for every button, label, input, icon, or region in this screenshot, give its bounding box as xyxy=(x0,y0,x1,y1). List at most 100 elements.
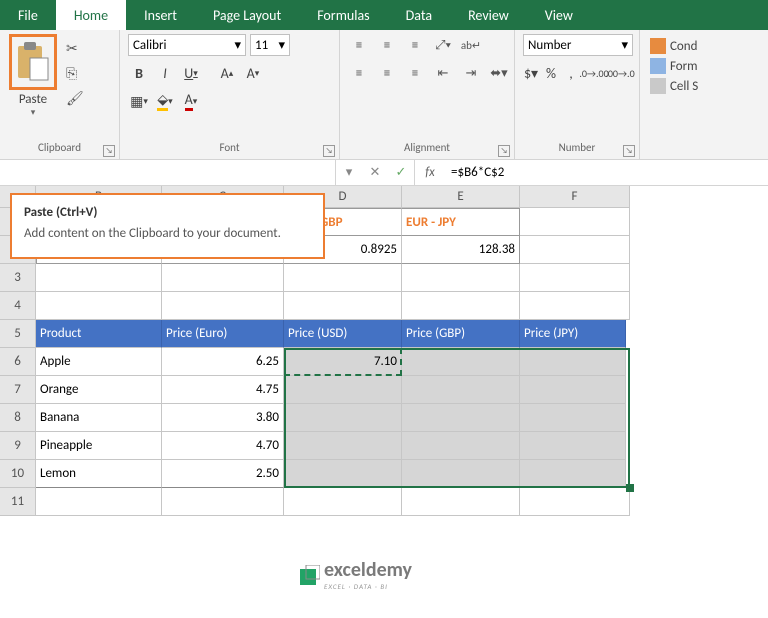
cell[interactable] xyxy=(36,264,162,292)
dialog-launcher-icon[interactable]: ↘ xyxy=(323,145,335,157)
tab-review[interactable]: Review xyxy=(450,0,527,30)
tab-formulas[interactable]: Formulas xyxy=(299,0,387,30)
orientation-button[interactable]: ⤢▾ xyxy=(432,34,454,56)
fill-color-button[interactable]: ⬙▾ xyxy=(154,90,176,112)
align-middle-button[interactable]: ≡ xyxy=(376,34,398,56)
align-bottom-button[interactable]: ≡ xyxy=(404,34,426,56)
cancel-icon[interactable]: ✕ xyxy=(362,165,388,180)
cell-styles-button[interactable]: Cell S xyxy=(650,78,758,94)
cut-icon[interactable]: ✂ xyxy=(66,40,84,57)
dialog-launcher-icon[interactable]: ↘ xyxy=(103,145,115,157)
cell[interactable] xyxy=(162,292,284,320)
cell[interactable] xyxy=(402,432,520,460)
align-center-button[interactable]: ≡ xyxy=(376,62,398,84)
cell[interactable] xyxy=(520,404,626,432)
underline-button[interactable]: U▾ xyxy=(180,62,202,84)
decrease-indent-button[interactable]: ⇤ xyxy=(432,62,454,84)
cell[interactable] xyxy=(402,460,520,488)
cell[interactable] xyxy=(402,404,520,432)
conditional-formatting-button[interactable]: Cond xyxy=(650,38,758,54)
enter-icon[interactable]: ✓ xyxy=(388,165,414,180)
borders-button[interactable]: ▦▾ xyxy=(128,90,150,112)
fx-icon[interactable]: fx xyxy=(415,160,445,185)
dialog-launcher-icon[interactable]: ↘ xyxy=(623,145,635,157)
row-header[interactable]: 6 xyxy=(0,348,36,376)
cell[interactable] xyxy=(284,404,402,432)
cell[interactable]: 2.50 xyxy=(162,460,284,488)
fill-handle[interactable] xyxy=(626,484,634,492)
cell[interactable] xyxy=(520,460,626,488)
col-header[interactable]: E xyxy=(402,186,520,208)
tab-view[interactable]: View xyxy=(527,0,591,30)
chevron-down-icon[interactable]: ▾ xyxy=(31,107,36,118)
row-header[interactable]: 10 xyxy=(0,460,36,488)
cell[interactable]: Apple xyxy=(36,348,162,376)
increase-decimal-button[interactable]: .0→.00 xyxy=(583,62,605,84)
cell[interactable] xyxy=(162,264,284,292)
cell[interactable] xyxy=(284,264,402,292)
tab-file[interactable]: File xyxy=(0,0,56,30)
cell[interactable]: Price (USD) xyxy=(284,320,402,348)
cell[interactable] xyxy=(36,488,162,516)
cell[interactable]: 6.25 xyxy=(162,348,284,376)
font-name-combo[interactable]: Calibri▾ xyxy=(128,34,246,56)
decrease-decimal-button[interactable]: .00→.0 xyxy=(609,62,631,84)
accounting-button[interactable]: $▾ xyxy=(523,62,539,84)
shrink-font-button[interactable]: A▾ xyxy=(242,62,264,84)
cell[interactable]: 4.75 xyxy=(162,376,284,404)
cell-active[interactable]: 7.10 xyxy=(284,348,402,376)
cell[interactable] xyxy=(284,460,402,488)
align-right-button[interactable]: ≡ xyxy=(404,62,426,84)
cell[interactable] xyxy=(520,432,626,460)
font-size-combo[interactable]: 11▾ xyxy=(250,34,290,56)
cell[interactable] xyxy=(520,208,630,236)
paste-button[interactable] xyxy=(9,34,57,90)
cell[interactable] xyxy=(402,376,520,404)
namebox-dropdown-icon[interactable]: ▾ xyxy=(336,165,362,180)
increase-indent-button[interactable]: ⇥ xyxy=(460,62,482,84)
cell[interactable]: Price (JPY) xyxy=(520,320,626,348)
cell[interactable] xyxy=(520,292,630,320)
tab-insert[interactable]: Insert xyxy=(126,0,195,30)
row-header[interactable]: 8 xyxy=(0,404,36,432)
row-header[interactable]: 3 xyxy=(0,264,36,292)
format-painter-icon[interactable]: 🖌 xyxy=(66,90,84,107)
cell[interactable]: Pineapple xyxy=(36,432,162,460)
tab-page-layout[interactable]: Page Layout xyxy=(195,0,299,30)
number-format-combo[interactable]: Number▾ xyxy=(523,34,633,56)
percent-button[interactable]: % xyxy=(543,62,559,84)
cell[interactable] xyxy=(402,264,520,292)
cell[interactable] xyxy=(284,376,402,404)
row-header[interactable]: 11 xyxy=(0,488,36,516)
cell[interactable] xyxy=(402,292,520,320)
bold-button[interactable]: B xyxy=(128,62,150,84)
row-header[interactable]: 5 xyxy=(0,320,36,348)
cell[interactable]: Price (Euro) xyxy=(162,320,284,348)
cell[interactable]: Lemon xyxy=(36,460,162,488)
cell[interactable]: EUR - JPY xyxy=(402,208,520,236)
cell[interactable] xyxy=(36,292,162,320)
cell[interactable] xyxy=(520,376,626,404)
font-color-button[interactable]: A▾ xyxy=(180,90,202,112)
cell[interactable] xyxy=(402,348,520,376)
cell[interactable] xyxy=(402,488,520,516)
cell[interactable] xyxy=(520,348,626,376)
format-table-button[interactable]: Form xyxy=(650,58,758,74)
cell[interactable]: 128.38 xyxy=(402,236,520,264)
cell[interactable]: Orange xyxy=(36,376,162,404)
italic-button[interactable]: I xyxy=(154,62,176,84)
cell[interactable] xyxy=(284,432,402,460)
cell[interactable] xyxy=(520,236,630,264)
merge-button[interactable]: ⬌▾ xyxy=(488,62,510,84)
dialog-launcher-icon[interactable]: ↘ xyxy=(498,145,510,157)
cell[interactable] xyxy=(520,488,630,516)
wrap-text-button[interactable]: ab↵ xyxy=(460,34,482,56)
cell[interactable] xyxy=(162,488,284,516)
row-header[interactable]: 7 xyxy=(0,376,36,404)
comma-button[interactable]: , xyxy=(563,62,579,84)
row-header[interactable]: 9 xyxy=(0,432,36,460)
tab-home[interactable]: Home xyxy=(56,0,126,30)
align-top-button[interactable]: ≡ xyxy=(348,34,370,56)
cell[interactable]: Product xyxy=(36,320,162,348)
cell[interactable] xyxy=(284,488,402,516)
